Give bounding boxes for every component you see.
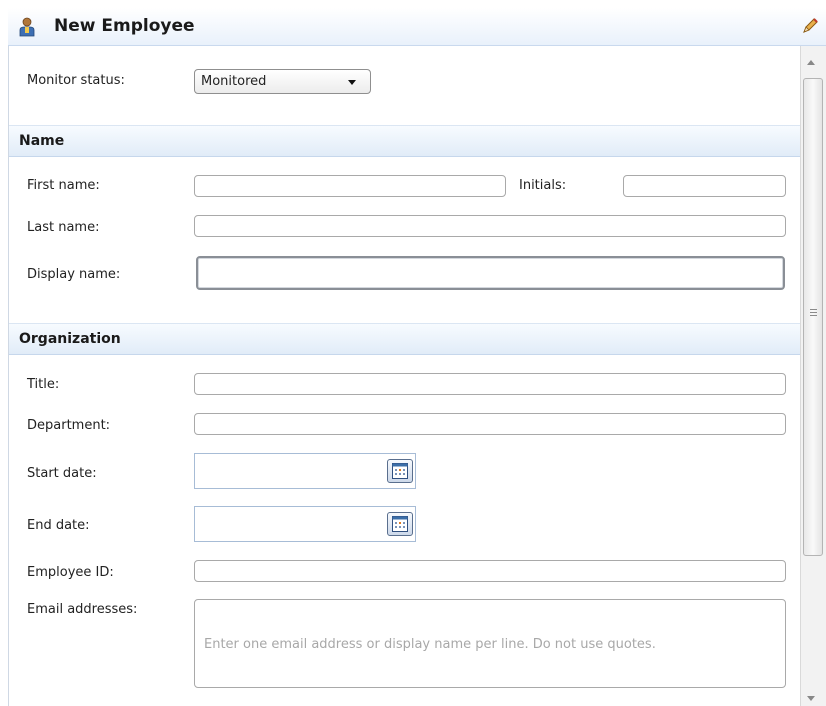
- initials-label: Initials:: [519, 178, 567, 193]
- last-name-input[interactable]: [194, 215, 786, 237]
- grip-icon: [810, 309, 817, 318]
- department-label: Department:: [27, 418, 111, 433]
- first-name-input[interactable]: [194, 175, 506, 197]
- chevron-down-icon: [348, 80, 356, 85]
- title-input[interactable]: [194, 373, 786, 395]
- employee-icon: [19, 17, 35, 37]
- email-addresses-label: Email addresses:: [27, 602, 138, 617]
- scrollbar-thumb[interactable]: [803, 78, 823, 556]
- title-label: Title:: [27, 377, 60, 392]
- monitor-status-value: Monitored: [201, 74, 267, 89]
- calendar-icon: [392, 463, 408, 479]
- department-input[interactable]: [194, 413, 786, 435]
- pencil-icon[interactable]: [800, 16, 820, 36]
- first-name-label: First name:: [27, 178, 100, 193]
- employee-id-label: Employee ID:: [27, 565, 114, 580]
- section-name-header: Name: [9, 125, 800, 157]
- display-name-input[interactable]: [196, 256, 785, 290]
- display-name-label: Display name:: [27, 267, 121, 282]
- initials-input[interactable]: [623, 175, 786, 197]
- window-title-bar: New Employee: [8, 8, 826, 46]
- last-name-label: Last name:: [27, 220, 100, 235]
- end-date-calendar-button[interactable]: [387, 512, 413, 536]
- start-date-calendar-button[interactable]: [387, 459, 413, 483]
- end-date-label: End date:: [27, 518, 90, 533]
- scroll-up-icon[interactable]: [807, 60, 815, 65]
- end-date-input[interactable]: [194, 506, 416, 542]
- section-organization-header: Organization: [9, 323, 800, 355]
- employee-form: Monitor status: Monitored Name First nam…: [8, 46, 800, 706]
- calendar-icon: [392, 516, 408, 532]
- section-organization-title: Organization: [19, 331, 121, 347]
- monitor-status-label: Monitor status:: [27, 73, 125, 88]
- start-date-input[interactable]: [194, 453, 416, 489]
- vertical-scrollbar[interactable]: [800, 46, 826, 706]
- section-name-title: Name: [19, 133, 65, 149]
- email-placeholder: Enter one email address or display name …: [204, 637, 656, 652]
- employee-id-input[interactable]: [194, 560, 786, 582]
- page-title: New Employee: [54, 16, 195, 36]
- email-addresses-textarea[interactable]: Enter one email address or display name …: [194, 599, 786, 688]
- scroll-down-icon[interactable]: [807, 696, 815, 701]
- start-date-label: Start date:: [27, 466, 97, 481]
- monitor-status-select[interactable]: Monitored: [194, 69, 371, 94]
